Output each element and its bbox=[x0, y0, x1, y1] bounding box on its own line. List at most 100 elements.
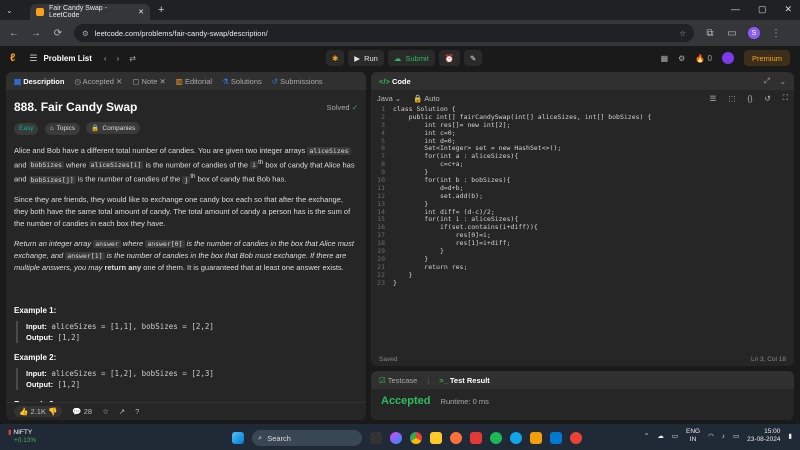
close-tab-icon[interactable]: ✕ bbox=[138, 8, 144, 16]
comments-button[interactable]: 💬 28 bbox=[72, 407, 92, 416]
braces-icon[interactable]: {} bbox=[747, 94, 752, 103]
site-info-icon[interactable]: ⚙ bbox=[82, 29, 89, 38]
forward-icon[interactable]: → bbox=[30, 28, 42, 39]
onedrive-icon[interactable]: ▭ bbox=[672, 432, 678, 440]
topics-badge[interactable]: ⌂ Topics bbox=[44, 122, 81, 135]
leetcode-logo-icon[interactable]: ℓ bbox=[10, 52, 15, 64]
tab-editorial[interactable]: ▥ Editorial bbox=[176, 77, 212, 86]
tab-description[interactable]: ▤ Description bbox=[14, 77, 64, 86]
battery-icon[interactable]: ▭ bbox=[733, 432, 739, 440]
maximize-icon[interactable]: ▢ bbox=[758, 4, 767, 15]
collapse-panel-icon[interactable]: ⌄ bbox=[780, 77, 786, 86]
tab-search-icon[interactable]: ⌄ bbox=[6, 6, 22, 15]
next-problem-icon[interactable]: › bbox=[117, 54, 120, 63]
clock[interactable]: 15:00 23-08-2024 bbox=[747, 428, 780, 444]
companies-badge[interactable]: 🔒 Companies bbox=[86, 122, 141, 134]
extensions-icon[interactable]: ⧉ bbox=[704, 28, 716, 39]
edge-icon[interactable] bbox=[510, 432, 522, 444]
files-icon[interactable] bbox=[530, 432, 542, 444]
close-tab-accepted-icon[interactable]: ✕ bbox=[116, 77, 122, 86]
wifi-icon[interactable]: ◠ bbox=[708, 432, 714, 440]
code-line[interactable]: 12 set.add(b); bbox=[371, 192, 794, 201]
run-button[interactable]: ▶ Run bbox=[348, 50, 384, 66]
code-line[interactable]: 21 return res; bbox=[371, 263, 794, 272]
code-line[interactable]: 23} bbox=[371, 279, 794, 288]
vscode-icon[interactable] bbox=[550, 432, 562, 444]
volume-icon[interactable]: ♪ bbox=[722, 433, 725, 440]
lang-primary: ENG bbox=[686, 428, 701, 435]
problem-title[interactable]: 888. Fair Candy Swap bbox=[14, 100, 137, 114]
url-text[interactable]: leetcode.com/problems/fair-candy-swap/de… bbox=[95, 29, 268, 38]
show-hidden-icons[interactable]: ⌃ bbox=[644, 432, 649, 440]
browser-tab[interactable]: Fair Candy Swap - LeetCode ✕ bbox=[30, 4, 150, 20]
code-line[interactable]: 8 c=c+a; bbox=[371, 160, 794, 169]
code-line[interactable]: 19 } bbox=[371, 247, 794, 256]
testcase-tab[interactable]: ☑ Testcase bbox=[379, 376, 417, 385]
bookmark-icon[interactable]: ⬚ bbox=[728, 94, 735, 103]
reload-icon[interactable]: ⟳ bbox=[52, 28, 64, 39]
shuffle-icon[interactable]: ⇄ bbox=[129, 54, 136, 63]
lc-avatar[interactable] bbox=[721, 52, 734, 64]
notifications-icon[interactable]: ▮ bbox=[788, 432, 792, 440]
layout-icon[interactable]: ▦ bbox=[661, 54, 669, 63]
code-tab[interactable]: </> Code bbox=[379, 77, 411, 86]
close-tab-note-icon[interactable]: ✕ bbox=[159, 77, 165, 86]
auto-mode[interactable]: 🔒 Auto bbox=[413, 94, 439, 103]
firefox-icon[interactable] bbox=[450, 432, 462, 444]
submit-button[interactable]: ☁ Submit bbox=[387, 50, 435, 66]
back-icon[interactable]: ← bbox=[8, 28, 20, 39]
sidepanel-icon[interactable]: ▭ bbox=[726, 28, 738, 39]
debug-button[interactable]: ✱ bbox=[326, 50, 345, 66]
format-icon[interactable]: ☰ bbox=[710, 94, 717, 103]
mail-icon[interactable] bbox=[470, 432, 482, 444]
omnibox[interactable]: ⚙ leetcode.com/problems/fair-candy-swap/… bbox=[74, 24, 694, 42]
submit-label: Submit bbox=[405, 53, 429, 63]
problem-list-link[interactable]: Problem List bbox=[43, 54, 91, 63]
settings-icon[interactable]: ⚙ bbox=[678, 54, 685, 63]
share-icon[interactable]: ↗ bbox=[119, 407, 125, 416]
tab-solutions[interactable]: ⚗ Solutions bbox=[222, 77, 262, 86]
prev-problem-icon[interactable]: ‹ bbox=[104, 54, 107, 63]
folder-icon[interactable] bbox=[430, 432, 442, 444]
notes-button[interactable]: ✎ bbox=[464, 50, 483, 66]
spotify-icon[interactable] bbox=[490, 432, 502, 444]
tab-accepted[interactable]: ◷ Accepted ✕ bbox=[74, 77, 122, 86]
fullscreen-icon[interactable]: ⛶ bbox=[783, 93, 788, 103]
chrome-profile-icon[interactable] bbox=[570, 432, 582, 444]
reset-icon[interactable]: ↺ bbox=[764, 94, 770, 103]
code-line[interactable]: 22 } bbox=[371, 271, 794, 280]
file-explorer-icon[interactable] bbox=[370, 432, 382, 444]
taskbar-search-box[interactable]: ⌕ Search bbox=[252, 430, 362, 446]
copilot-icon[interactable] bbox=[390, 432, 402, 444]
windows-start-icon[interactable] bbox=[232, 432, 244, 444]
streak-counter[interactable]: 🔥 0 bbox=[695, 54, 712, 63]
timer-button[interactable]: ⏰ bbox=[438, 50, 461, 66]
list-icon[interactable]: ☰ bbox=[29, 53, 37, 64]
close-window-icon[interactable]: ✕ bbox=[784, 4, 792, 15]
difficulty-badge[interactable]: Easy bbox=[14, 122, 39, 135]
code-editor[interactable]: 1 class Solution {2 public int[] fairCand… bbox=[371, 105, 794, 288]
tab-note[interactable]: ▢ Note ✕ bbox=[132, 77, 165, 86]
help-icon[interactable]: ? bbox=[135, 407, 139, 416]
profile-avatar[interactable]: S bbox=[748, 27, 760, 39]
like-button[interactable]: 👍 2.1K 👎 bbox=[14, 406, 63, 417]
maximize-panel-icon[interactable]: ⤢ bbox=[764, 76, 770, 86]
tab-submissions[interactable]: ↺ Submissions bbox=[272, 77, 323, 86]
test-result-tab[interactable]: >_ Test Result bbox=[439, 376, 490, 385]
premium-button[interactable]: Premium bbox=[743, 50, 790, 66]
chrome-menu-icon[interactable]: ⋮ bbox=[770, 28, 782, 39]
new-tab-icon[interactable]: + bbox=[158, 4, 164, 16]
stock-widget[interactable]: ▮ NIFTY +0.13% bbox=[8, 429, 36, 445]
code-text[interactable]: } bbox=[393, 279, 397, 288]
thumbs-up-icon: 👍 bbox=[19, 407, 29, 416]
cloud-icon[interactable]: ☁ bbox=[657, 432, 664, 440]
example-2-box: Input: aliceSizes = [1,2], bobSizes = [2… bbox=[16, 367, 358, 390]
star-icon[interactable]: ☆ bbox=[102, 407, 109, 416]
language-select[interactable]: Java ⌄ bbox=[377, 94, 401, 103]
chrome-icon[interactable] bbox=[410, 432, 422, 444]
minimize-icon[interactable]: — bbox=[731, 4, 740, 15]
comments-count: 28 bbox=[83, 407, 93, 416]
bookmark-star-icon[interactable]: ☆ bbox=[679, 29, 686, 38]
language-indicator[interactable]: ENG IN bbox=[686, 428, 700, 444]
thumbs-down-icon[interactable]: 👎 bbox=[48, 407, 57, 416]
